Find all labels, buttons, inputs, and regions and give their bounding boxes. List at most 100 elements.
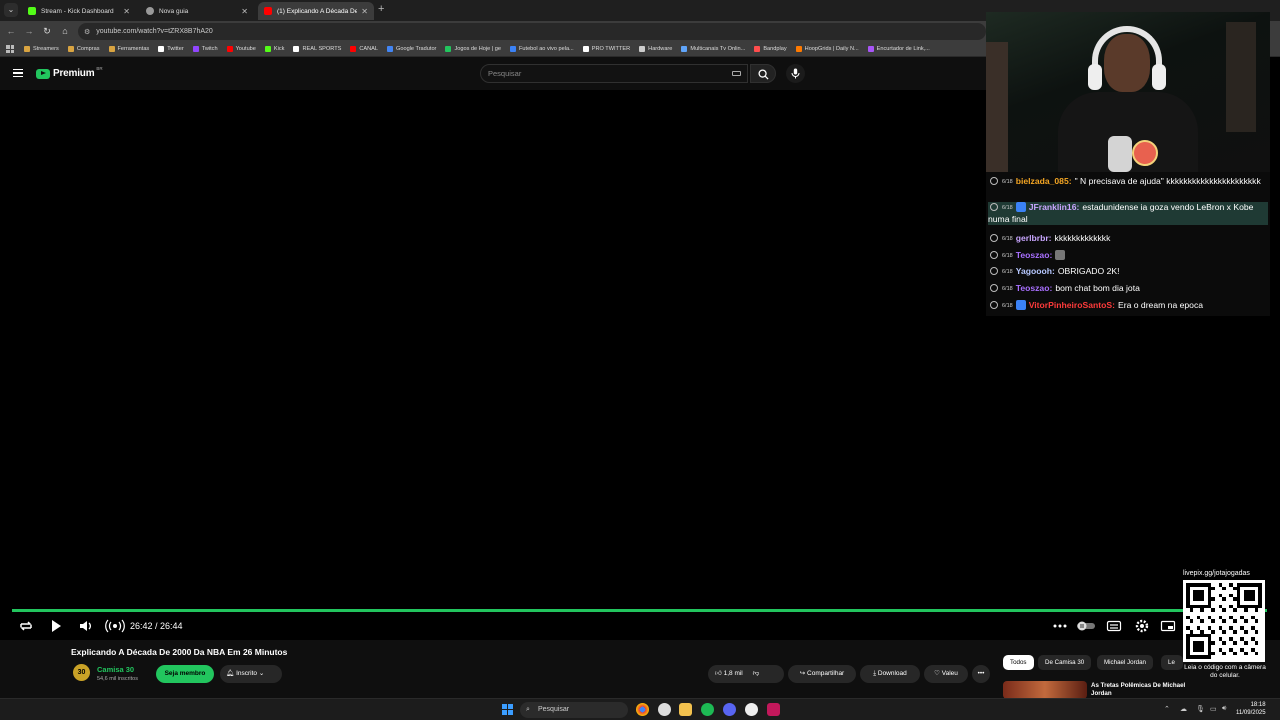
tray-chevron-icon[interactable]: ⌃ [1164,705,1170,713]
tab-label: (1) Explicando A Década De 20 [277,7,358,15]
apps-icon[interactable] [6,45,14,53]
bookmark-item[interactable]: Streamers [24,46,59,52]
chip-from-channel[interactable]: De Camisa 30 [1038,655,1092,670]
share-button[interactable]: ↪ Compartilhar [788,665,856,683]
chip-all[interactable]: Todos [1003,655,1034,670]
taskbar-clock[interactable]: 18:18 11/09/2025 [1236,701,1266,717]
tab-search-button[interactable]: ⌄ [4,3,18,17]
bookmark-item[interactable]: REAL SPORTS [293,46,341,52]
youtube-premium-logo[interactable]: Premium BR [36,66,103,79]
chip-michael-jordan[interactable]: Michael Jordan [1097,655,1153,670]
bookmark-item[interactable]: Compras [67,46,100,52]
channel-name[interactable]: Camisa 30 [97,665,134,674]
home-icon[interactable]: ⌂ [59,25,71,37]
network-icon[interactable]: ▭ [1210,705,1217,713]
subtitles-button[interactable] [1106,618,1122,634]
new-tab-icon[interactable]: + [378,3,384,15]
bookmark-item[interactable]: Bandplay [754,46,787,52]
chat-username[interactable]: JFranklin16: [1029,202,1080,212]
chat-username[interactable]: Yagoooh: [1016,266,1055,276]
more-actions-button[interactable] [1052,618,1068,634]
like-count: 1,8 mil [723,670,743,677]
miniplayer-button[interactable] [1160,618,1176,634]
close-icon[interactable]: ✕ [123,7,130,16]
chip-lebron[interactable]: Le [1161,655,1183,670]
folder-icon [24,46,30,52]
cloud-icon[interactable]: ☁ [1180,705,1187,713]
bookmark-item[interactable]: Futebol ao vivo pela... [509,46,574,52]
tab-new-tab[interactable]: Nova guia ✕ [140,2,254,20]
chat-username[interactable]: Teoszao: [1016,283,1053,293]
bookmark-item[interactable]: CANAL [350,46,378,52]
like-button[interactable]: 👍︎ 1,8 mil [715,670,743,677]
discord-icon[interactable] [723,703,736,716]
bookmark-item[interactable]: Youtube [226,46,256,52]
bookmark-label: Hardware [648,46,673,52]
chrome-icon[interactable] [636,703,649,716]
bookmark-item[interactable]: Google Tradutor [387,46,436,52]
thanks-button[interactable]: ♡ Valeu [924,665,968,683]
bookmark-favicon-icon [681,46,688,52]
voice-search-button[interactable] [786,64,805,83]
bookmark-favicon-icon [582,46,589,52]
windows-taskbar: ⌕ Pesquisar ⌃ ☁ 🎙︎ ▭ 🔊︎ 18:18 11/09/2025 [0,698,1280,720]
channel-avatar[interactable]: 30 [73,664,90,681]
url-text: youtube.com/watch?v=tZRX8B7hA20 [96,28,213,35]
more-options-button[interactable]: ••• [972,665,990,683]
chat-username[interactable]: VitorPinheiroSantoS: [1029,300,1115,310]
join-button[interactable]: Seja membro [156,665,214,683]
app-icon[interactable] [767,703,780,716]
steam-icon[interactable] [745,703,758,716]
search-icon: ⌕ [526,706,530,713]
file-explorer-icon[interactable] [679,703,692,716]
reload-icon[interactable]: ↻ [41,25,53,37]
site-info-icon[interactable]: ⚙ [84,28,90,36]
bookmark-favicon-icon [192,46,199,52]
subscribed-button[interactable]: 🔔︎ Inscrito ⌄ [220,665,282,683]
forward-icon[interactable]: → [23,25,35,37]
bookmark-favicon-icon [509,46,516,52]
address-bar[interactable]: ⚙ youtube.com/watch?v=tZRX8B7hA20 [78,23,986,40]
tab-youtube-video[interactable]: (1) Explicando A Década De 20 ✕ [258,2,374,20]
bookmark-item[interactable]: Hardware [639,46,672,52]
bookmark-item[interactable]: HoopGrids | Daily N... [795,46,859,52]
loop-button[interactable] [18,618,34,634]
back-icon[interactable]: ← [5,25,17,37]
close-icon[interactable]: ✕ [241,7,248,16]
recommended-title[interactable]: As Tretas Polêmicas De Michael Jordan [1091,682,1195,696]
chat-username[interactable]: gerlbrbr: [1016,233,1052,243]
play-button[interactable] [48,618,64,634]
bookmark-item[interactable]: Twitch [192,46,218,52]
taskbar-search[interactable]: ⌕ Pesquisar [520,702,628,718]
spotify-icon[interactable] [701,703,714,716]
bookmark-item[interactable]: Multicanais Tv Onlin... [681,46,745,52]
volume-button[interactable] [78,618,94,634]
settings-button[interactable] [1134,618,1150,634]
dislike-button[interactable]: 👎︎ [753,670,760,677]
live-sync-button[interactable] [104,618,126,634]
menu-icon[interactable] [13,69,23,77]
tab-kick-dashboard[interactable]: Stream - Kick Dashboard ✕ [22,2,136,20]
close-icon[interactable]: ✕ [361,7,368,16]
user-icon [990,177,998,185]
mic-tray-icon[interactable]: 🎙︎ [1196,705,1205,713]
recommended-thumbnail[interactable] [1003,681,1087,699]
bookmark-item[interactable]: PRO TWITTER [582,46,630,52]
download-button[interactable]: ⤓ Download [860,665,920,683]
chat-username[interactable]: bielzada_085: [1016,176,1072,186]
bookmark-item[interactable]: Jogos de Hoje | ge [445,46,501,52]
autoplay-toggle[interactable] [1076,618,1096,634]
bookmark-item[interactable]: Twitter [158,46,184,52]
chat-username[interactable]: Teoszao: [1016,250,1053,260]
keyboard-icon[interactable] [732,71,741,76]
search-button[interactable] [750,64,776,83]
obs-icon[interactable] [658,703,671,716]
search-input[interactable]: Pesquisar [480,64,748,83]
bookmark-item[interactable]: Kick [264,46,284,52]
bookmark-label: Streamers [33,46,59,52]
speaker-icon[interactable]: 🔊︎ [1222,705,1226,713]
windows-start-icon[interactable] [502,704,513,715]
bookmark-item[interactable]: Ferramentas [108,46,149,52]
user-icon [990,267,998,275]
bookmark-item[interactable]: Encurtador de Link,... [867,46,930,52]
